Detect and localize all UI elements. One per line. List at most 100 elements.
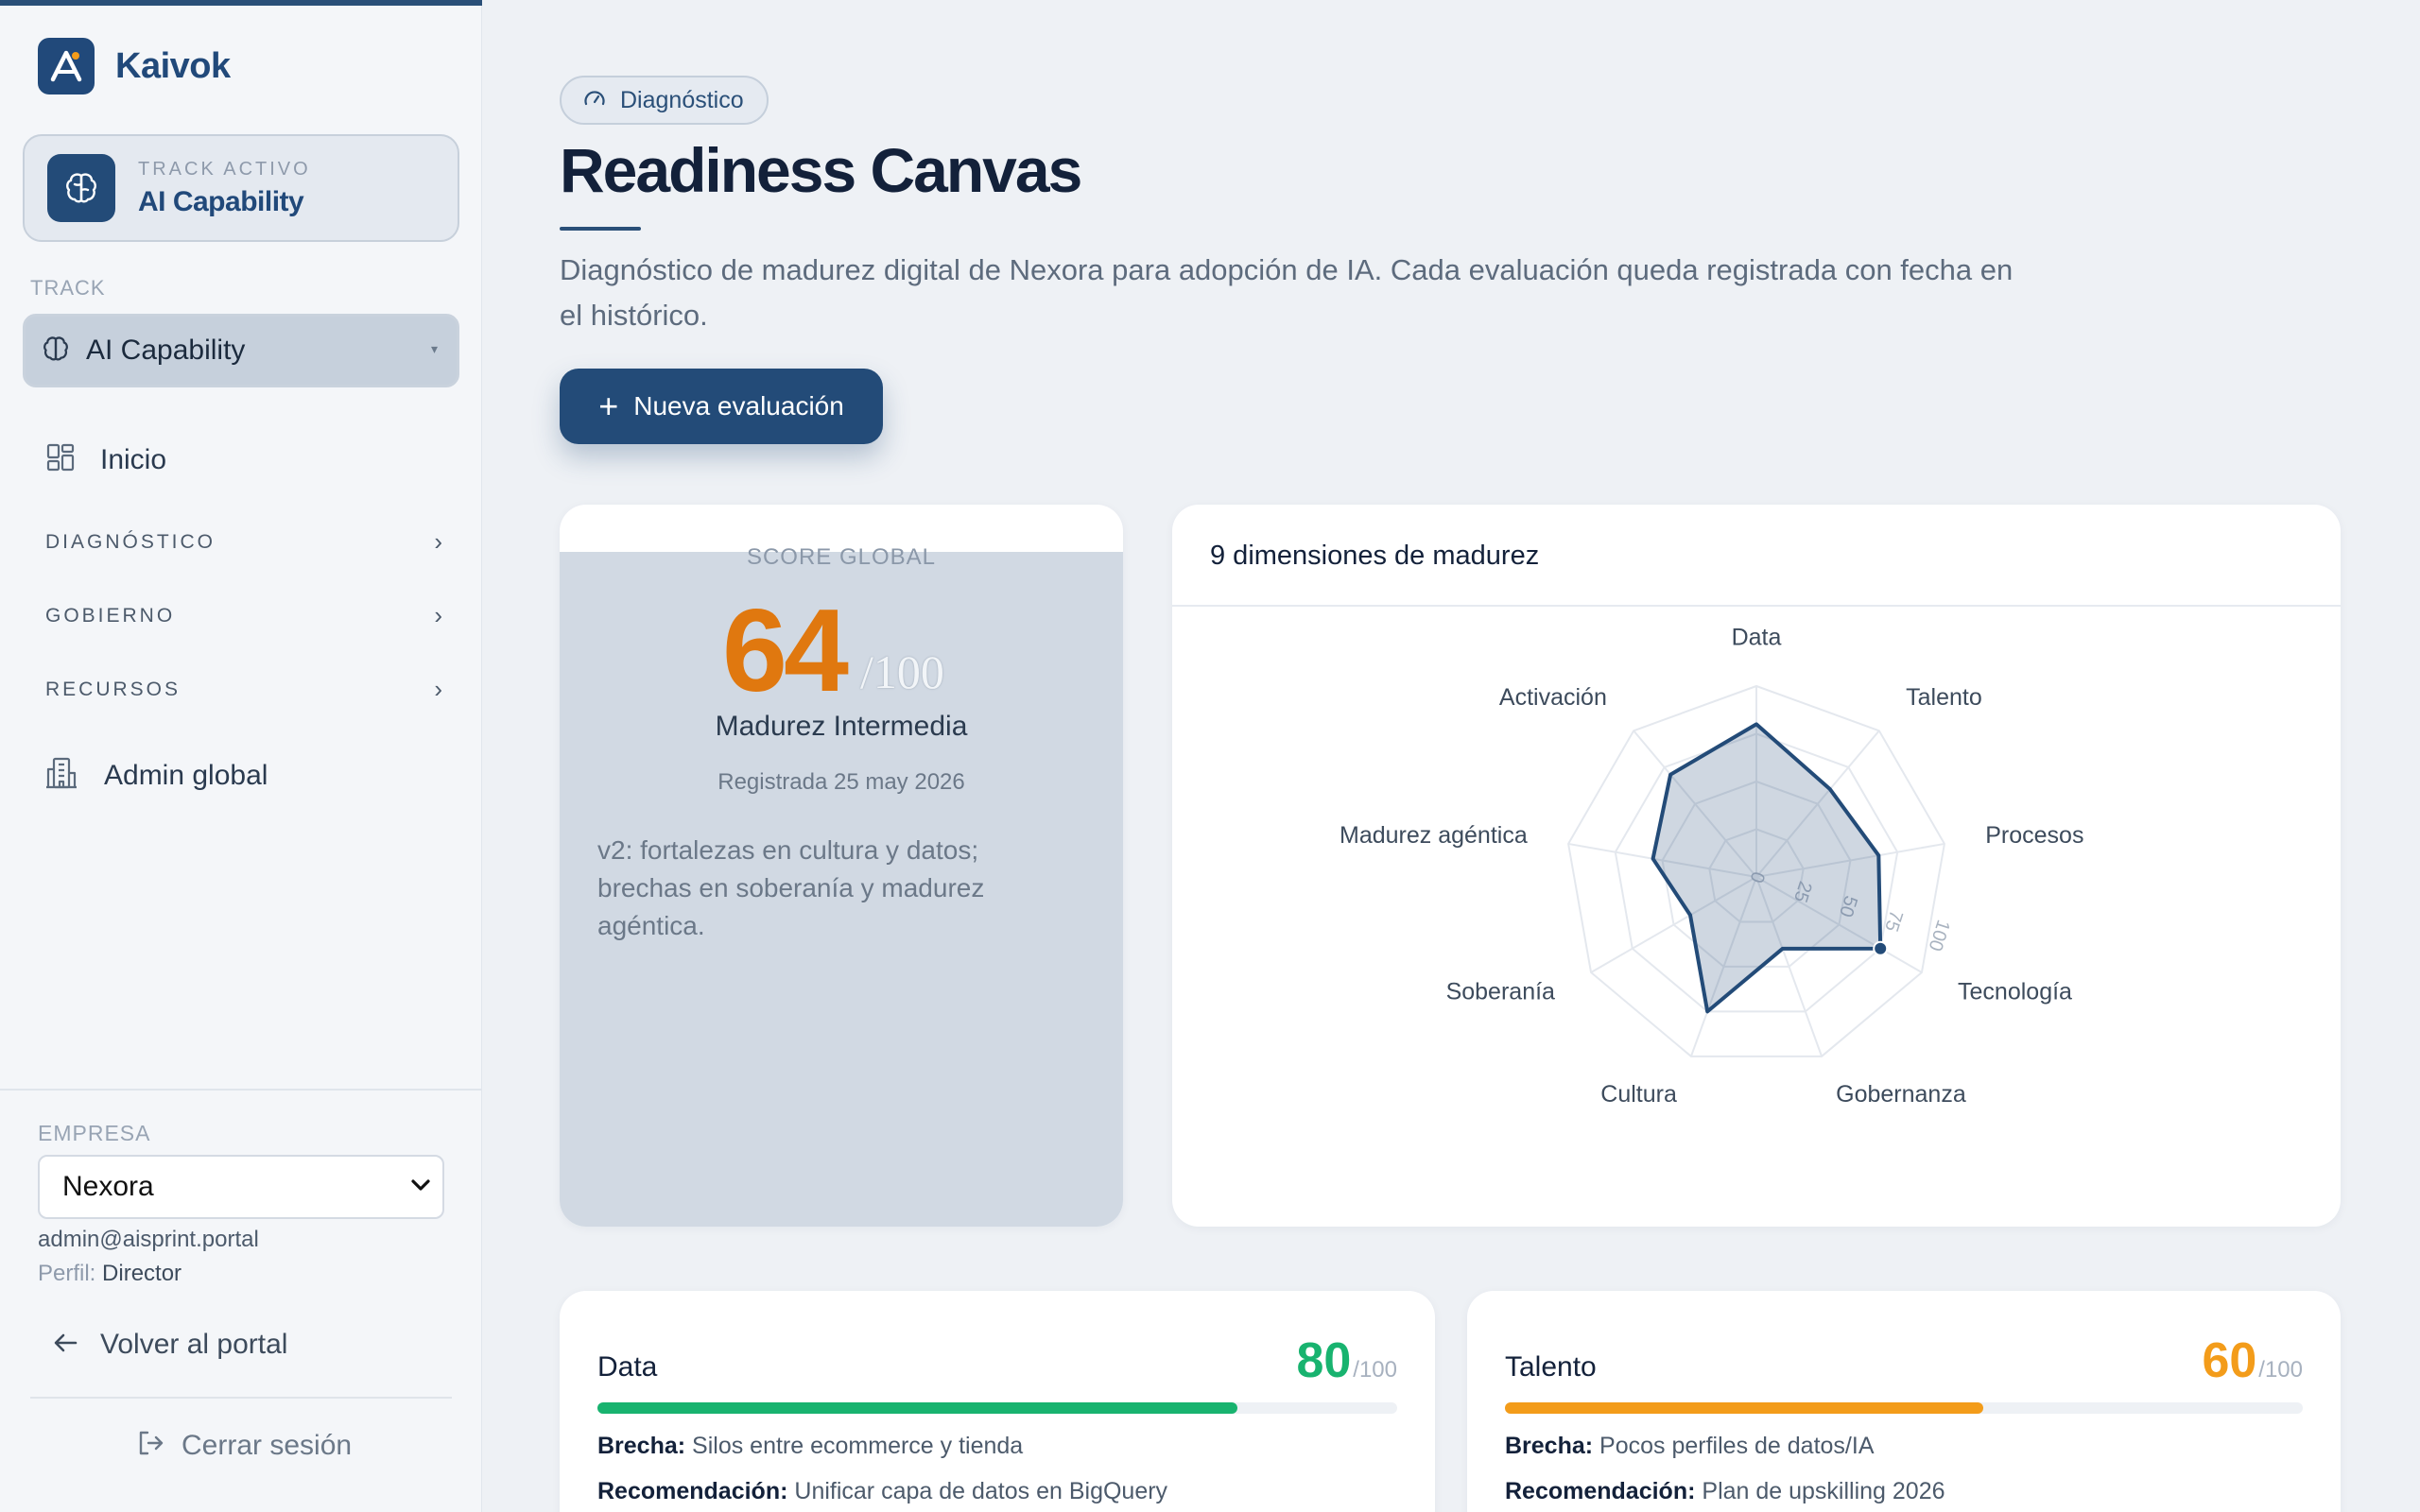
dimension-card-talento: Talento 60 /100 Brecha: Pocos perfiles d… bbox=[1467, 1291, 2341, 1512]
dimension-gap-text: Pocos perfiles de datos/IA bbox=[1599, 1433, 1875, 1459]
plus-icon: + bbox=[598, 387, 619, 425]
back-to-portal-link[interactable]: Volver al portal bbox=[53, 1329, 287, 1361]
radar-chart-card: 9 dimensiones de madurez 0255075100DataT… bbox=[1172, 505, 2341, 1227]
dimension-recommendation: Recomendación: Plan de upskilling 2026 bbox=[1505, 1478, 1945, 1505]
radar-category-label: Activación bbox=[1499, 684, 1607, 711]
nav-item-inicio-label: Inicio bbox=[100, 443, 167, 475]
dimension-rec-text: Plan de upskilling 2026 bbox=[1702, 1478, 1945, 1504]
radar-chart: 0255075100DataTalentoProcesosTecnologíaG… bbox=[1340, 625, 2083, 1108]
track-select[interactable]: AI Capability ▾ bbox=[23, 314, 459, 387]
nav-group-diagnostico-label: DIAGNÓSTICO bbox=[45, 530, 216, 553]
user-role: Perfil: Director bbox=[38, 1261, 182, 1287]
page-title: Readiness Canvas bbox=[560, 135, 1082, 205]
nav-group-recursos[interactable]: RECURSOS › bbox=[45, 675, 442, 704]
nav-group-gobierno[interactable]: GOBIERNO › bbox=[45, 601, 442, 630]
score-value: 64 bbox=[722, 586, 849, 716]
score-global-card: SCORE GLOBAL 64 /100 Madurez Intermedia … bbox=[560, 505, 1123, 1227]
kaivok-logo-icon bbox=[38, 38, 95, 94]
radar-category-label: Talento bbox=[1906, 684, 1982, 711]
dashboard-grid-icon bbox=[45, 442, 76, 477]
user-email: admin@aisprint.portal bbox=[38, 1227, 259, 1252]
score-label: SCORE GLOBAL bbox=[746, 544, 937, 570]
dimension-progress-track bbox=[597, 1402, 1397, 1414]
brain-icon bbox=[41, 334, 71, 369]
sidebar-accent-bar bbox=[0, 0, 482, 6]
dimension-recommendation: Recomendación: Unificar capa de datos en… bbox=[597, 1478, 1167, 1505]
active-track-value: AI Capability bbox=[138, 185, 304, 217]
dimension-name: Data bbox=[597, 1351, 658, 1383]
dimension-progress-track bbox=[1505, 1402, 2303, 1414]
building-icon bbox=[45, 756, 78, 795]
chevron-right-icon: › bbox=[434, 601, 442, 629]
sidebar-divider bbox=[0, 1089, 482, 1091]
brain-icon bbox=[47, 154, 115, 222]
dimension-score-max: /100 bbox=[1353, 1357, 1397, 1383]
dimension-gap: Brecha: Silos entre ecommerce y tienda bbox=[597, 1433, 1023, 1460]
radar-category-label: Tecnología bbox=[1958, 979, 2072, 1005]
dimension-rec-label: Recomendación: bbox=[597, 1478, 788, 1504]
radar-category-label: Cultura bbox=[1600, 1081, 1677, 1108]
dimension-rec-text: Unificar capa de datos en BigQuery bbox=[794, 1478, 1168, 1504]
radar-tick-label: 100 bbox=[1924, 918, 1953, 954]
track-select-value: AI Capability bbox=[86, 335, 246, 366]
radar-category-label: Soberanía bbox=[1446, 979, 1555, 1005]
dimension-card-data: Data 80 /100 Brecha: Silos entre ecommer… bbox=[560, 1291, 1435, 1512]
dimension-score: 80 /100 bbox=[1296, 1332, 1397, 1389]
sidebar-divider bbox=[30, 1397, 452, 1399]
radar-chart-title: 9 dimensiones de madurez bbox=[1210, 541, 1540, 571]
empresa-select-value: Nexora bbox=[62, 1171, 154, 1202]
chevron-down-icon bbox=[410, 1178, 431, 1196]
dimension-score-value: 80 bbox=[1296, 1333, 1352, 1388]
active-track-card: TRACK ACTIVO AI Capability bbox=[23, 134, 459, 242]
nav-group-gobierno-label: GOBIERNO bbox=[45, 604, 176, 627]
section-pill: Diagnóstico bbox=[560, 76, 769, 125]
chevron-right-icon: › bbox=[434, 527, 442, 556]
radar-data-point bbox=[1873, 940, 1889, 956]
logout-button[interactable]: Cerrar sesión bbox=[136, 1429, 352, 1462]
chevron-down-icon: ▾ bbox=[430, 341, 438, 356]
logout-label: Cerrar sesión bbox=[182, 1429, 353, 1461]
radar-category-label: Data bbox=[1732, 625, 1782, 651]
sidebar: Kaivok TRACK ACTIVO AI Capability TRACK bbox=[0, 0, 482, 1512]
brand-name: Kaivok bbox=[115, 45, 231, 86]
section-pill-label: Diagnóstico bbox=[620, 86, 744, 113]
dimension-gap: Brecha: Pocos perfiles de datos/IA bbox=[1505, 1433, 1875, 1460]
logout-icon bbox=[136, 1429, 164, 1462]
new-evaluation-label: Nueva evaluación bbox=[633, 391, 844, 421]
dimension-score: 60 /100 bbox=[2202, 1332, 2303, 1389]
dimension-progress-fill bbox=[1505, 1402, 1984, 1414]
back-to-portal-label: Volver al portal bbox=[100, 1329, 288, 1360]
gauge-icon bbox=[582, 86, 607, 115]
nav-item-inicio[interactable]: Inicio bbox=[45, 442, 166, 477]
nav-item-admin-global[interactable]: Admin global bbox=[45, 756, 268, 795]
dimension-gap-text: Silos entre ecommerce y tienda bbox=[692, 1433, 1024, 1459]
arrow-left-icon bbox=[53, 1332, 79, 1359]
nav-group-recursos-label: RECURSOS bbox=[45, 678, 182, 700]
nav-item-admin-label: Admin global bbox=[104, 759, 268, 791]
brand[interactable]: Kaivok bbox=[38, 38, 231, 94]
new-evaluation-button[interactable]: + Nueva evaluación bbox=[560, 369, 883, 444]
dimension-progress-fill bbox=[597, 1402, 1237, 1414]
score-date: Registrada 25 may 2026 bbox=[717, 769, 965, 795]
score-max: /100 bbox=[860, 645, 944, 698]
title-underline bbox=[560, 227, 641, 231]
dimension-score-max: /100 bbox=[2258, 1357, 2303, 1383]
chevron-right-icon: › bbox=[434, 675, 442, 703]
radar-category-label: Madurez agéntica bbox=[1340, 822, 1528, 849]
radar-category-label: Gobernanza bbox=[1836, 1081, 1966, 1108]
page-description: Diagnóstico de madurez digital de Nexora… bbox=[560, 253, 2014, 332]
dimension-gap-label: Brecha: bbox=[1505, 1433, 1594, 1459]
score-level: Madurez Intermedia bbox=[715, 711, 968, 742]
dimension-name: Talento bbox=[1505, 1351, 1597, 1383]
empresa-select[interactable]: Nexora bbox=[38, 1155, 444, 1219]
dimension-rec-label: Recomendación: bbox=[1505, 1478, 1696, 1504]
active-track-label: TRACK ACTIVO bbox=[138, 158, 311, 180]
dimension-score-value: 60 bbox=[2202, 1333, 2257, 1388]
nav-group-diagnostico[interactable]: DIAGNÓSTICO › bbox=[45, 527, 442, 557]
user-role-label: Perfil: bbox=[38, 1261, 96, 1286]
user-role-value: Director bbox=[102, 1261, 182, 1286]
track-label: TRACK bbox=[30, 276, 106, 300]
score-note: v2: fortalezas en cultura y datos; brech… bbox=[597, 835, 985, 940]
radar-category-label: Procesos bbox=[1985, 822, 2083, 849]
dimension-gap-label: Brecha: bbox=[597, 1433, 686, 1459]
